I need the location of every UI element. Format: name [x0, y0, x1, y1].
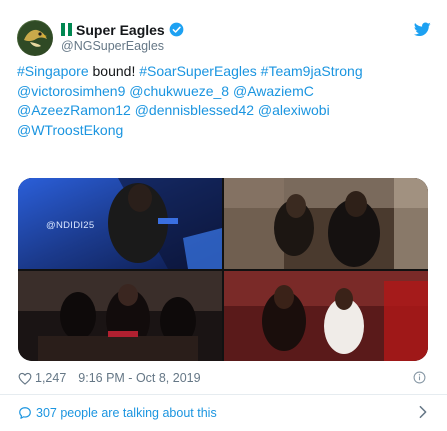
mention-link[interactable]: @AzeezRamon12: [17, 102, 131, 118]
divider: [0, 394, 447, 395]
twitter-bird-icon[interactable]: [414, 22, 431, 37]
heart-icon[interactable]: [18, 372, 32, 385]
hashtag-link[interactable]: #Team9jaStrong: [261, 63, 363, 79]
hashtag-link[interactable]: #SoarSuperEagles: [139, 63, 257, 79]
display-name[interactable]: Super Eagles: [76, 22, 165, 38]
verified-badge-icon: [169, 22, 184, 37]
super-eagles-logo-icon: [18, 21, 52, 55]
tweet-header: Super Eagles @NGSuperEagles: [17, 10, 431, 56]
photo-2[interactable]: [224, 178, 428, 269]
photo-watermark: @NDIDI25: [46, 220, 95, 231]
author-block[interactable]: Super Eagles @NGSuperEagles: [61, 21, 184, 53]
tweet-embed-card: Super Eagles @NGSuperEagles #Singapore b…: [0, 0, 447, 431]
photo-1[interactable]: @NDIDI25: [18, 178, 222, 269]
mention-link[interactable]: @WTroostEkong: [17, 122, 123, 138]
speech-bubble-icon: [19, 407, 31, 419]
tweet-text: #Singapore bound! #SoarSuperEagles #Team…: [17, 62, 427, 140]
tweet-meta: 1,247 9:16 PM - Oct 8, 2019: [18, 369, 428, 387]
photo-3[interactable]: [18, 271, 222, 361]
tweet-text-segment: bound!: [88, 63, 140, 79]
mention-link[interactable]: @chukwueze_8: [129, 83, 229, 99]
media-grid[interactable]: @NDIDI25: [18, 178, 428, 361]
conversation-count-label[interactable]: 307 people are talking about this: [36, 406, 217, 420]
chevron-right-icon[interactable]: [418, 405, 428, 419]
mention-link[interactable]: @alexiwobi: [258, 102, 330, 118]
hashtag-link[interactable]: #Singapore: [17, 63, 89, 79]
mention-link[interactable]: @dennisblessed42: [135, 102, 254, 118]
user-handle[interactable]: @NGSuperEagles: [61, 39, 184, 53]
avatar[interactable]: [17, 20, 53, 56]
conversation-link[interactable]: 307 people are talking about this: [18, 403, 430, 423]
timestamp[interactable]: 9:16 PM - Oct 8, 2019: [78, 371, 200, 385]
photo-4[interactable]: [224, 271, 428, 361]
like-count[interactable]: 1,247: [35, 371, 66, 385]
mention-link[interactable]: @AwaziemC: [233, 83, 314, 99]
mention-link[interactable]: @victorosimhen9: [17, 83, 125, 99]
info-icon[interactable]: [413, 371, 426, 384]
nigeria-flag-icon: [61, 23, 73, 36]
